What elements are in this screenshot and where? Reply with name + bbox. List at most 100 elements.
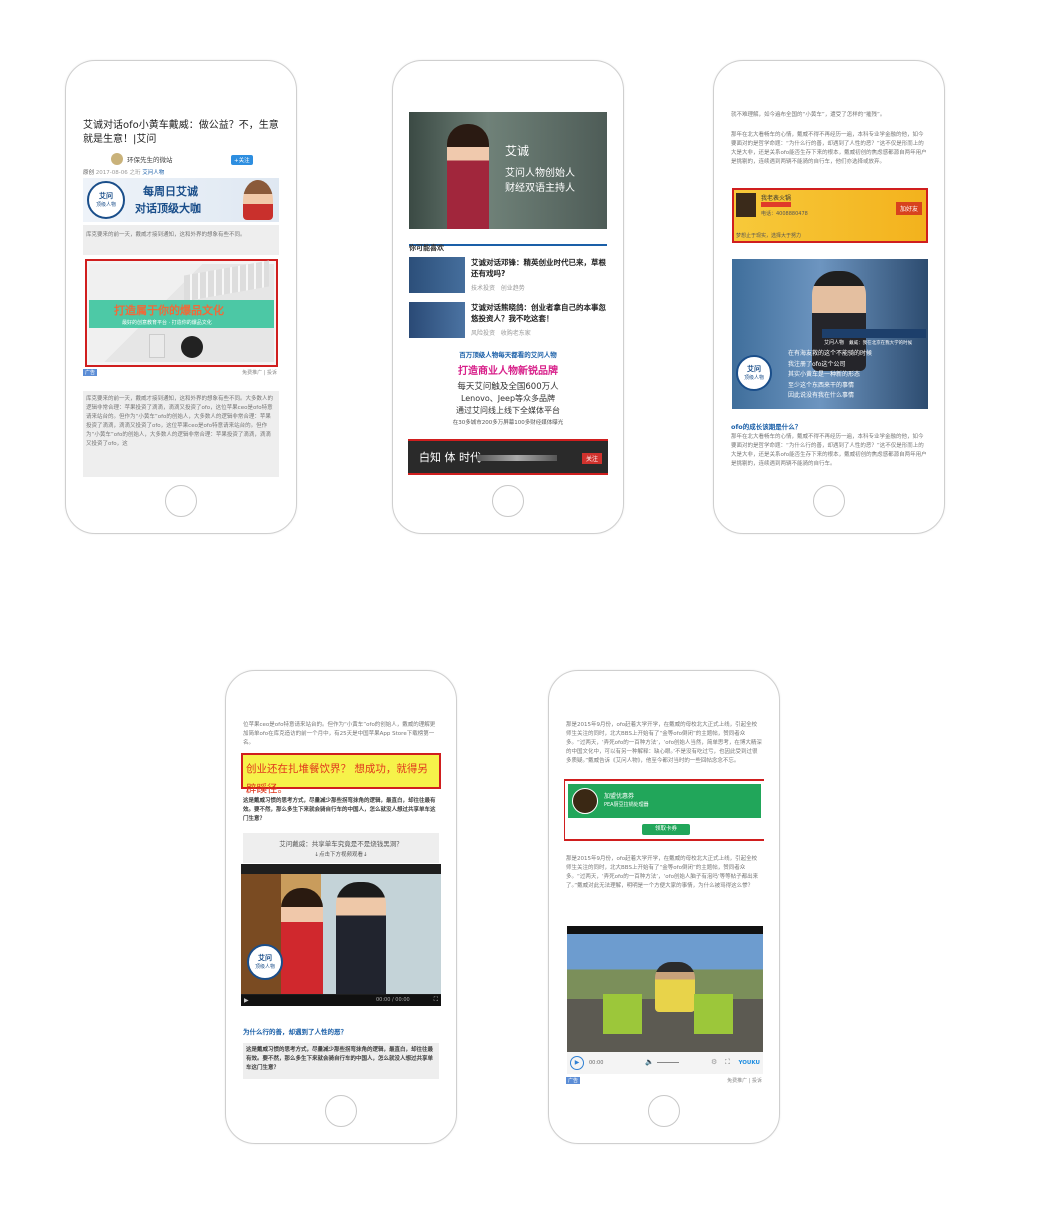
phone-mockup-2: 艾诚 艾问人物创始人 财经双语主持人 你可能喜欢 艾诚对话邓锋：精英创业时代已来…: [392, 60, 624, 534]
video-title-box: 艾问戴威：共享单车究竟是不是烧钱黑洞？ ↓点击下方视频观看↓: [243, 833, 439, 863]
banner-line-2: 对话顶级大咖: [135, 202, 201, 215]
subtitle-line: 因此说没有我在什么事情: [788, 392, 855, 399]
ad-red-tag: [761, 202, 791, 207]
item-tag: 收购老东家: [500, 330, 531, 337]
coupon-card: 加盟优惠券 PEA厨豆拉锅处理器: [568, 784, 761, 818]
ad-follow-button[interactable]: 关注: [581, 453, 602, 464]
time-display: 00:00: [589, 1060, 604, 1066]
play-icon[interactable]: ▶: [570, 1056, 584, 1070]
screen-4: 位苹果ceo是ofo特意请来站台的。但作为“小黄车”ofo的创始人，戴威的理解更…: [241, 721, 441, 1087]
video-player[interactable]: 艾问 顶级人物 ▶ 00:00 / 00:00 ⛶: [241, 864, 441, 1006]
meta-source-link[interactable]: 艾问人物: [142, 170, 164, 176]
recommend-item-1[interactable]: 艾诚对话邓锋：精英创业时代已来，草根还有戏吗? 技术投资 创业趋势: [409, 257, 607, 295]
cup-object: [149, 334, 165, 358]
subtitles: 在有海友救的这个不能骑的时候 我注册了ofo这个公司 其实小黄车是一种新的形态 至少这…: [788, 349, 928, 402]
item-tags-2: 风险投资 收购老东家: [471, 328, 531, 337]
hero-line-2: 财经双语主持人: [505, 183, 575, 194]
ad-subline: 最好的创意教育平台 · 打造你的爆品文化: [122, 320, 212, 326]
video-player[interactable]: ▶ 00:00 🔈 ⚙ ⛶ YOUKU: [567, 926, 763, 1074]
screen-5: 那是2015年9月份，ofo赶着大学开学，在戴威的母校北大正式上线，引起全校师生…: [564, 721, 764, 1087]
recommend-item-2[interactable]: 艾诚对话熊晓鸽：创业者拿自己的本事忽悠投资人？我不吃这套！ 风险投资 收购老东家: [409, 302, 607, 340]
phone-object: [181, 336, 203, 358]
item-title-1: 艾诚对话邓锋：精英创业时代已来，草根还有戏吗?: [471, 258, 606, 278]
video-badge: 艾问 顶级人物: [736, 355, 772, 391]
coupon-title: 加盟优惠券: [604, 793, 635, 800]
host-photo: [243, 180, 273, 220]
video-frame[interactable]: 艾问人物 戴威：我在北京在我大学的时候 在有海友救的这个不能骑的时候 我注册了of…: [732, 259, 928, 409]
section-heading: 为什么行的善，却遇到了人性的恶？: [243, 1028, 347, 1036]
video-scene: [567, 934, 763, 1052]
subtitle-line: 至少这个东西来干的事情: [788, 381, 855, 389]
volume-slider[interactable]: [657, 1062, 679, 1063]
ad-image: 打造属于你的爆品文化 最好的创意教育平台 · 打造你的爆品文化: [89, 260, 274, 362]
add-friend-button[interactable]: 加好友: [895, 202, 922, 215]
promo-line-2: 打造商业人物新锐品牌: [458, 366, 558, 377]
item-tag: 技术投资: [471, 285, 496, 292]
avatar: [111, 153, 123, 165]
brand-logo: 艾问 顶级人物: [87, 181, 125, 219]
home-button[interactable]: [648, 1095, 680, 1127]
ad-logo: [736, 193, 756, 217]
claim-coupon-button[interactable]: 领取卡券: [642, 824, 690, 835]
section-title: 你可能喜欢: [409, 244, 444, 252]
ad-footer[interactable]: 免费推广 | 投诉: [727, 1077, 762, 1084]
home-button[interactable]: [325, 1095, 357, 1127]
home-button[interactable]: [492, 485, 524, 517]
person-left: [281, 888, 323, 994]
video-logo: 艾问人物: [824, 340, 845, 346]
coupon-logo: [572, 788, 598, 814]
highlight-banner[interactable]: 创业还在扎堆餐饮界？ 想成功，就得另辟蹊径。: [241, 753, 441, 795]
coupon-ad[interactable]: 加盟优惠券 PEA厨豆拉锅处理器 领取卡券: [564, 779, 764, 841]
promo-line-3: 每天艾问触及全国600万人: [457, 382, 559, 392]
banner-ad[interactable]: 艾问 顶级人物 每周日艾诚 对话顶级大咖: [83, 178, 279, 222]
section-header: 你可能喜欢: [409, 235, 607, 252]
badge-text-2: 顶级人物: [743, 375, 764, 381]
video-scene: 艾问 顶级人物: [241, 874, 441, 994]
bottom-ad[interactable]: 白知 体 时代 关注: [408, 439, 608, 475]
screen-1: 艾诚对话ofo小黄车戴威：做公益？不，生意就是生意！|艾问 环保先生的微站 +关…: [81, 111, 281, 477]
text-top: 位苹果ceo是ofo特意请来站台的。但作为“小黄车”ofo的创始人，戴威的理解更…: [243, 722, 436, 746]
subtitle-line: 我注册了ofo这个公司: [788, 360, 846, 368]
quote-text: 这是戴威习惯的思考方式，尽量减少那些拐弯抹角的逻辑，最直白，却往往最有效。要不然…: [243, 798, 436, 822]
ad-footer[interactable]: 免费推广 | 投诉: [242, 369, 277, 376]
ad-headline: 打造属于你的爆品文化: [114, 304, 224, 317]
home-button[interactable]: [165, 485, 197, 517]
fullscreen-icon[interactable]: ⛶: [725, 1058, 730, 1067]
text-top-2: 那年在北大看畅车的心情，戴威不得不再经历一遍，本科专业学金融的他，如今要面对的是…: [731, 132, 927, 165]
bottom-text: 这是戴威习惯的思考方式，尽量减少那些拐弯抹角的逻辑，最直白，却往往最有效。要不然…: [243, 1043, 439, 1079]
ad-stripe: [477, 455, 557, 461]
ad-tag: 广告: [83, 369, 98, 376]
logo-text-1: 艾问: [99, 192, 113, 200]
item-tag: 风险投资: [471, 330, 496, 337]
friend-ad[interactable]: 我老表火锅 电话：4008880478 加好友 梦想止于现实，选择大于努力: [732, 188, 928, 243]
promo-line-6: 在30多城市200多万屏幕100多财经媒体曝光: [452, 420, 564, 426]
keyboard-shape: [184, 260, 269, 302]
video-title: 艾问戴威：共享单车究竟是不是烧钱黑洞？: [279, 840, 403, 848]
account-name[interactable]: 环保先生的微站: [127, 154, 173, 164]
text-top: 那是2015年9月份，ofo赶着大学开学，在戴威的母校北大正式上线，引起全校师生…: [566, 722, 762, 764]
article-title: 艾诚对话ofo小黄车戴威：做公益？不，生意就是生意！|艾问: [83, 120, 279, 145]
promo-block: 百万顶级人物每天都看的艾问人物 打造商业人物新锐品牌 每天艾问触及全国600万人…: [409, 349, 607, 426]
account-row: 环保先生的微站: [111, 153, 173, 165]
volume-icon[interactable]: 🔈: [645, 1058, 654, 1066]
text-bottom: 那年在北大看畅车的心情，戴威不得不再经历一遍，本科专业学金融的他，如今要面对的是…: [731, 434, 927, 467]
meta-original: 原创: [83, 170, 95, 176]
item-thumb-1: [409, 257, 465, 293]
fullscreen-icon[interactable]: ⛶: [434, 996, 438, 1004]
bike-bags: [603, 994, 733, 1034]
section-heading: ofo的成长该期是什么？: [731, 423, 802, 431]
badge-text-1: 艾问: [747, 365, 761, 373]
logo-text-2: 顶级人物: [95, 202, 116, 208]
text-mid: 那是2015年9月份，ofo赶着大学开学，在戴威的母校北大正式上线，引起全校师生…: [566, 856, 759, 889]
youku-logo: YOUKU: [738, 1060, 760, 1066]
phone-mockup-5: 那是2015年9月份，ofo赶着大学开学，在戴威的母校北大正式上线，引起全校师生…: [548, 670, 780, 1144]
ad-block[interactable]: 打造属于你的爆品文化 最好的创意教育平台 · 打造你的爆品文化: [85, 259, 278, 367]
home-button[interactable]: [813, 485, 845, 517]
play-icon[interactable]: ▶: [244, 997, 249, 1004]
promo-line-1: 百万顶级人物每天都看的艾问人物: [459, 351, 557, 359]
video-badge: 艾问 顶级人物: [247, 944, 283, 980]
phone-mockup-1: 艾诚对话ofo小黄车戴威：做公益？不，生意就是生意！|艾问 环保先生的微站 +关…: [65, 60, 297, 534]
item-thumb-2: [409, 302, 465, 338]
follow-button[interactable]: +关注: [231, 155, 253, 165]
settings-icon[interactable]: ⚙: [711, 1058, 717, 1066]
